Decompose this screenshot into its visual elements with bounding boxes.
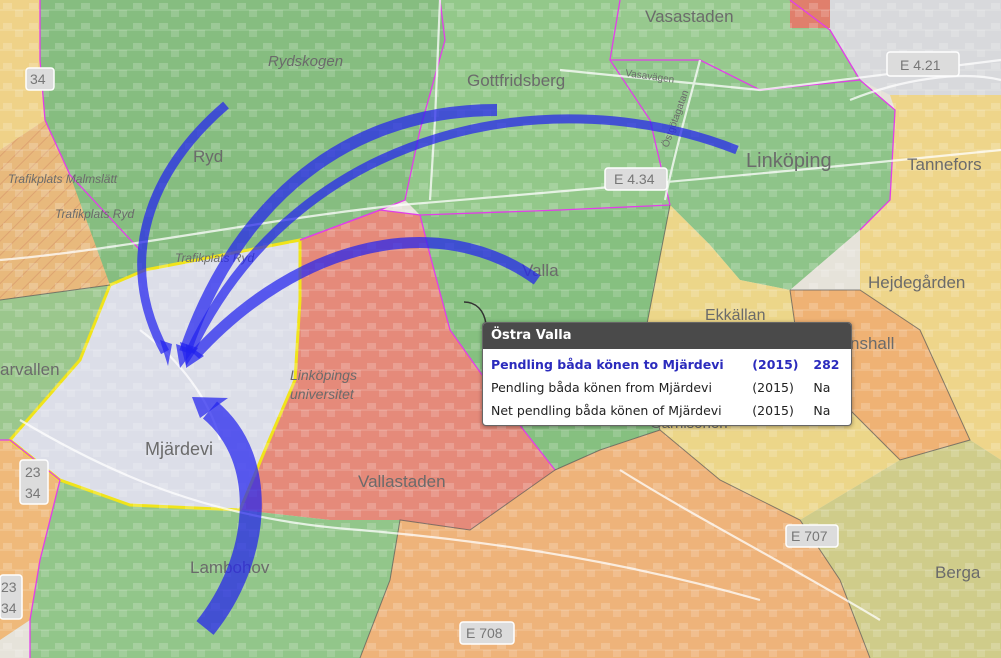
region-tooltip: Östra Valla Pendling båda könen to Mjärd… (482, 322, 852, 426)
tooltip-row-value: Na (813, 403, 831, 418)
svg-text:23: 23 (1, 579, 17, 595)
label-karvallen: arvallen (0, 360, 60, 379)
road-shield-e708: E 708 (459, 621, 515, 645)
svg-text:23: 23 (25, 464, 41, 480)
label-ryd: Ryd (193, 147, 223, 166)
tooltip-row-to: Pendling båda könen to Mjärdevi (2015) 2… (483, 353, 851, 376)
svg-text:E 708: E 708 (466, 625, 503, 641)
tooltip-row-year: (2015) (752, 380, 794, 395)
tooltip-row-value: Na (813, 380, 831, 395)
label-universitet: universitet (290, 386, 355, 402)
tooltip-row-label: Pendling båda könen from Mjärdevi (491, 380, 712, 395)
label-trafikplats-ryd: Trafikplats Ryd (55, 207, 134, 221)
tooltip-row-label: Pendling båda könen to Mjärdevi (491, 357, 724, 372)
label-linkopings: Linköpings (290, 367, 357, 383)
label-mjardevi: Mjärdevi (145, 439, 213, 459)
tooltip-row-from: Pendling båda könen from Mjärdevi (2015)… (483, 376, 851, 399)
road-shield-23-34-bottom: 23 34 (0, 574, 23, 620)
svg-text:34: 34 (1, 600, 17, 616)
label-berga: Berga (935, 563, 981, 582)
road-shield-e707: E 707 (785, 524, 839, 548)
svg-text:E 4.34: E 4.34 (614, 171, 655, 187)
tooltip-row-value: 282 (813, 357, 840, 372)
label-hejdegarden: Hejdegården (868, 273, 965, 292)
tooltip-row-year: (2015) (752, 357, 799, 372)
road-shield-e434: E 4.34 (604, 167, 668, 191)
tooltip-row-year: (2015) (752, 403, 794, 418)
label-linkoping: Linköping (746, 150, 832, 172)
svg-text:E 4.21: E 4.21 (900, 57, 941, 73)
road-shield-23-34: 23 34 (19, 459, 49, 505)
tooltip-title: Östra Valla (483, 323, 851, 349)
label-trafikplats-malmslatt: Trafikplats Malmslätt (8, 172, 118, 186)
tooltip-row-label: Net pendling båda könen of Mjärdevi (491, 403, 722, 418)
road-shield-34-top: 34 (25, 67, 55, 91)
svg-text:34: 34 (25, 485, 41, 501)
label-tannefors: Tannefors (907, 155, 982, 174)
label-vallastaden: Vallastaden (358, 472, 446, 491)
svg-text:E 707: E 707 (791, 528, 828, 544)
label-rydskogen: Rydskogen (268, 53, 343, 70)
tooltip-row-net: Net pendling båda könen of Mjärdevi (201… (483, 399, 851, 422)
label-vasastaden: Vasastaden (645, 7, 734, 26)
road-shield-e421: E 4.21 (886, 51, 960, 77)
label-nshall: nshall (850, 334, 894, 353)
svg-text:34: 34 (30, 71, 46, 87)
label-gottfridsberg: Gottfridsberg (467, 71, 565, 90)
